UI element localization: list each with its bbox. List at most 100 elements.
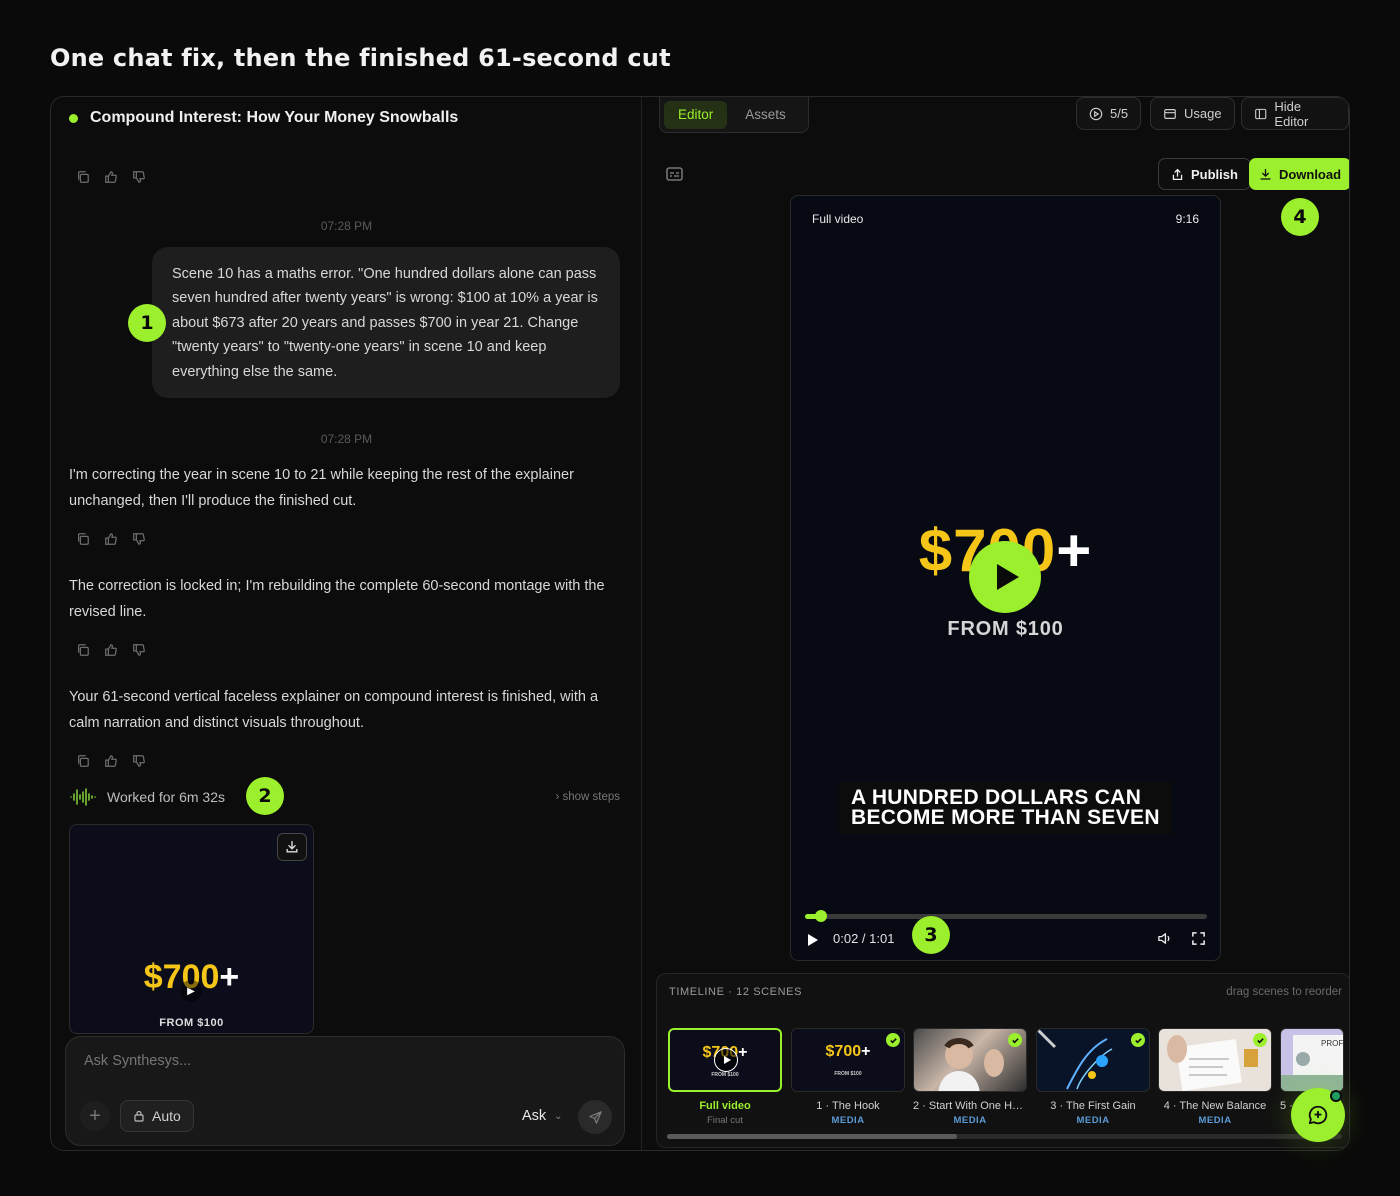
- message-actions: [75, 753, 147, 769]
- copy-icon[interactable]: [75, 753, 91, 769]
- play-icon[interactable]: [714, 1048, 738, 1072]
- aspect-ratio: 9:16: [1175, 212, 1199, 226]
- scene-card[interactable]: $700+ FROM $100 1 · The Hook MEDIA: [791, 1028, 905, 1126]
- auto-model-button[interactable]: Auto: [120, 1100, 194, 1132]
- check-icon: [886, 1033, 900, 1047]
- scene-card[interactable]: 2 · Start With One Hu... MEDIA: [913, 1028, 1027, 1126]
- mini-from-text: FROM $100: [834, 1071, 862, 1077]
- check-icon: [1008, 1033, 1022, 1047]
- timestamp: 07:28 PM: [320, 219, 373, 233]
- play-button[interactable]: [969, 541, 1041, 613]
- play-icon[interactable]: ▶: [180, 980, 202, 1002]
- thumbs-up-icon[interactable]: [103, 642, 119, 658]
- message-actions: [75, 169, 147, 185]
- send-icon: [588, 1110, 602, 1124]
- copy-icon[interactable]: [75, 531, 91, 547]
- usage-button[interactable]: Usage: [1150, 97, 1235, 130]
- download-label: Download: [1278, 166, 1342, 182]
- scene-card[interactable]: $700+ FROM $100 Full video Final cut: [668, 1028, 782, 1126]
- step-badge-1: 1: [128, 304, 166, 342]
- tab-assets[interactable]: Assets: [731, 101, 800, 129]
- check-icon: [1253, 1033, 1267, 1047]
- fullscreen-icon[interactable]: [1191, 931, 1206, 951]
- timeline-hint: drag scenes to reorder: [1226, 986, 1342, 998]
- thumbs-down-icon[interactable]: [131, 753, 147, 769]
- timeline-scrollbar[interactable]: [667, 1134, 1342, 1139]
- video-player[interactable]: Full video 9:16 $700+ FROM $100 A HUNDRE…: [790, 195, 1221, 961]
- video-from-text: FROM $100: [947, 618, 1064, 640]
- scene-thumbnail: PROF: [1280, 1028, 1344, 1092]
- panel-icon: [1255, 108, 1267, 119]
- editor-panel: Editor Assets 5/5 Usage Hide Editor Publ…: [643, 97, 1349, 1150]
- scene-name: 4 · The New Balance: [1163, 1100, 1267, 1112]
- message-actions: [75, 531, 147, 547]
- seek-bar[interactable]: [805, 910, 1207, 922]
- mode-select[interactable]: Ask ⌄: [522, 1108, 563, 1124]
- publish-button[interactable]: Publish: [1158, 158, 1251, 190]
- message-actions: [75, 642, 147, 658]
- attach-button[interactable]: +: [80, 1101, 110, 1131]
- download-icon[interactable]: [277, 833, 307, 861]
- download-button[interactable]: Download: [1249, 158, 1349, 190]
- hide-editor-button[interactable]: Hide Editor: [1241, 97, 1349, 130]
- scene-name: 1 · The Hook: [816, 1100, 880, 1112]
- copy-icon[interactable]: [75, 642, 91, 658]
- chat-composer: + Auto Ask ⌄: [65, 1036, 625, 1146]
- scene-thumbnail: [1158, 1028, 1272, 1092]
- scene-tag: MEDIA: [953, 1115, 987, 1126]
- scene-thumbnail: $700+ FROM $100: [668, 1028, 782, 1092]
- waveform-icon: [70, 788, 96, 806]
- video-result-card[interactable]: $700+ ▶ FROM $100: [69, 824, 314, 1034]
- copy-icon[interactable]: [75, 169, 91, 185]
- chevron-down-icon: ⌄: [554, 1110, 563, 1122]
- publish-label: Publish: [1191, 166, 1238, 182]
- scene-card[interactable]: 4 · The New Balance MEDIA: [1158, 1028, 1272, 1126]
- thumbs-down-icon[interactable]: [131, 169, 147, 185]
- step-badge-2: 2: [246, 777, 284, 815]
- worked-status: Worked for 6m 32s: [69, 787, 225, 807]
- credits-button[interactable]: 5/5: [1076, 97, 1142, 130]
- scene-card[interactable]: 3 · The First Gain MEDIA: [1036, 1028, 1150, 1126]
- send-button[interactable]: [578, 1100, 612, 1134]
- timeline-title: TIMELINE · 12 SCENES: [669, 986, 803, 998]
- thumbs-up-icon[interactable]: [103, 753, 119, 769]
- scene-thumbnail: $700+ FROM $100: [791, 1028, 905, 1092]
- seek-handle[interactable]: [815, 910, 828, 922]
- step-badge-4: 4: [1281, 198, 1319, 236]
- app-window: Compound Interest: How Your Money Snowba…: [50, 96, 1350, 1151]
- download-icon: [1260, 168, 1271, 180]
- volume-icon[interactable]: [1157, 931, 1172, 951]
- assistant-message: The correction is locked in; I'm rebuild…: [69, 578, 605, 620]
- thumbs-down-icon[interactable]: [131, 642, 147, 658]
- step-badge-3: 3: [912, 916, 950, 954]
- thumbs-up-icon[interactable]: [103, 531, 119, 547]
- captions-icon[interactable]: [666, 167, 683, 186]
- scene-tag: Final cut: [707, 1115, 743, 1126]
- scene-thumb-text: PROF: [1321, 1039, 1344, 1048]
- lock-icon: [134, 1110, 144, 1122]
- scene-name: 2 · Start With One Hu...: [913, 1100, 1027, 1112]
- scene-thumbnail: [1036, 1028, 1150, 1092]
- scrollbar-thumb[interactable]: [667, 1134, 957, 1139]
- mode-label: Ask: [522, 1108, 547, 1124]
- thumb-from-text: FROM $100: [159, 1017, 224, 1029]
- scene-name: 3 · The First Gain: [1050, 1100, 1136, 1112]
- scene-thumbnail: [913, 1028, 1027, 1092]
- chat-input[interactable]: [84, 1053, 604, 1069]
- status-dot: [69, 113, 78, 123]
- credits-text: 5/5: [1110, 106, 1129, 121]
- show-steps-link[interactable]: › show steps: [555, 791, 620, 803]
- assistant-message: Your 61-second vertical faceless explain…: [69, 689, 599, 731]
- auto-label: Auto: [152, 1108, 181, 1124]
- thumbs-down-icon[interactable]: [131, 531, 147, 547]
- project-title: Compound Interest: How Your Money Snowba…: [69, 109, 458, 127]
- editor-tabs: Editor Assets: [659, 97, 809, 133]
- thumbs-up-icon[interactable]: [103, 169, 119, 185]
- tab-editor[interactable]: Editor: [664, 100, 728, 129]
- project-title-text: Compound Interest: How Your Money Snowba…: [90, 109, 459, 126]
- scene-tag: MEDIA: [831, 1115, 865, 1126]
- worked-for-text: Worked for 6m 32s: [107, 789, 226, 805]
- play-icon[interactable]: [808, 934, 820, 946]
- notification-dot: [1330, 1090, 1342, 1102]
- user-message: Scene 10 has a maths error. "One hundred…: [152, 247, 620, 398]
